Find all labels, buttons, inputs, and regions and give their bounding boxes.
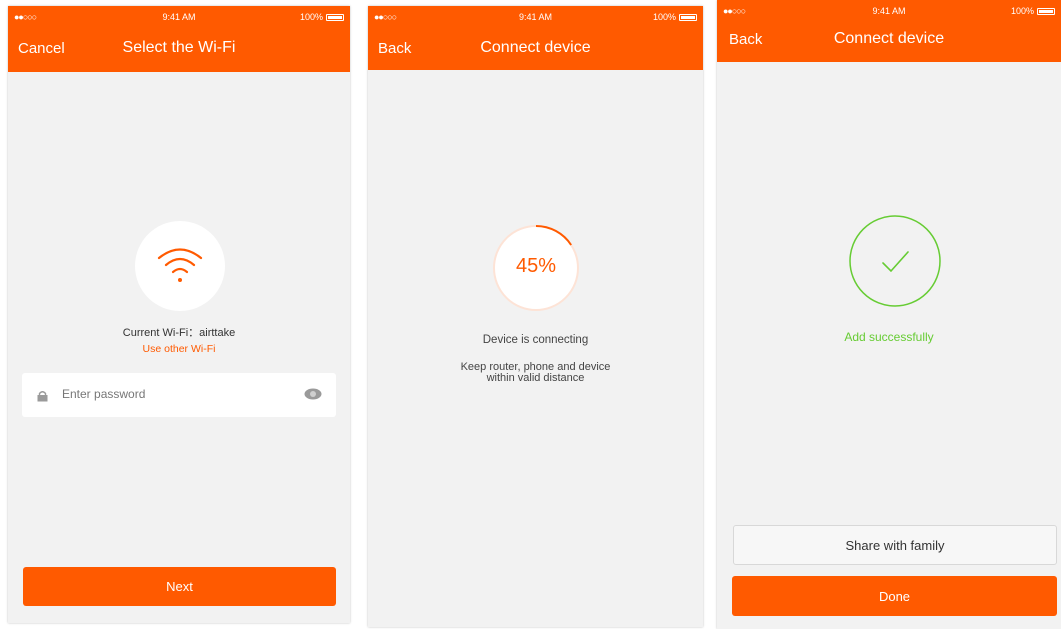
signal-icon: ●●○○○ (723, 6, 746, 16)
page-title: Connect device (480, 39, 591, 56)
battery-indicator: 100% (300, 12, 344, 22)
status-bar: ●●○○○ 9:41 AM 100% (717, 0, 1061, 20)
battery-icon (326, 13, 344, 21)
screen-success: ●●○○○ 9:41 AM 100% Back Connect device A… (717, 0, 1061, 629)
distance-hint-line2: within valid distance (486, 372, 585, 384)
eye-icon[interactable] (304, 388, 322, 400)
battery-level: 100% (299, 12, 323, 22)
status-bar: ●●○○○ 9:41 AM 100% (368, 6, 703, 26)
screen-select-wifi: ●●○○○ 9:41 AM 100% Cancel Select the Wi-… (8, 6, 350, 623)
next-button[interactable]: Next (23, 567, 336, 606)
done-button[interactable]: Done (732, 576, 1057, 616)
battery-icon (679, 13, 697, 21)
signal-icon: ●●○○○ (374, 12, 397, 22)
check-icon (849, 215, 941, 307)
status-time: 9:41 AM (872, 6, 906, 16)
wifi-icon (157, 248, 203, 282)
nav-bar: ●●○○○ 9:41 AM 100% Back Connect device (717, 0, 1061, 62)
current-wifi-label: Current Wi-Fi：airttake (122, 327, 236, 339)
wifi-badge (135, 221, 225, 311)
battery-indicator: 100% (653, 12, 697, 22)
nav-bar: ●●○○○ 9:41 AM 100% Cancel Select the Wi-… (8, 6, 350, 72)
screen-connecting: ●●○○○ 9:41 AM 100% Back Connect device 4… (368, 6, 703, 627)
password-input[interactable] (62, 383, 282, 405)
use-other-wifi-link[interactable]: Use other Wi-Fi (8, 343, 350, 355)
status-time: 9:41 AM (518, 12, 553, 22)
battery-icon (1037, 7, 1055, 15)
signal-icon: ●●○○○ (14, 12, 37, 22)
battery-level: 100% (1010, 6, 1034, 16)
status-bar: ●●○○○ 9:41 AM 100% (8, 6, 350, 26)
connecting-status: Device is connecting (482, 334, 589, 346)
nav-bar: ●●○○○ 9:41 AM 100% Back Connect device (368, 6, 703, 70)
progress-label: 45% (515, 255, 557, 277)
battery-level: 100% (652, 12, 676, 22)
distance-hint: Keep router, phone and device within val… (428, 362, 643, 384)
progress-ring: 45% (490, 222, 582, 314)
lock-icon (37, 391, 48, 402)
page-title: Connect device (833, 30, 945, 47)
status-time: 9:41 AM (162, 12, 196, 22)
password-field[interactable] (22, 373, 336, 417)
success-message: Add successfully (844, 330, 934, 344)
page-title: Select the Wi-Fi (122, 39, 236, 56)
share-with-family-button[interactable]: Share with family (733, 525, 1057, 565)
battery-indicator: 100% (1011, 6, 1055, 16)
